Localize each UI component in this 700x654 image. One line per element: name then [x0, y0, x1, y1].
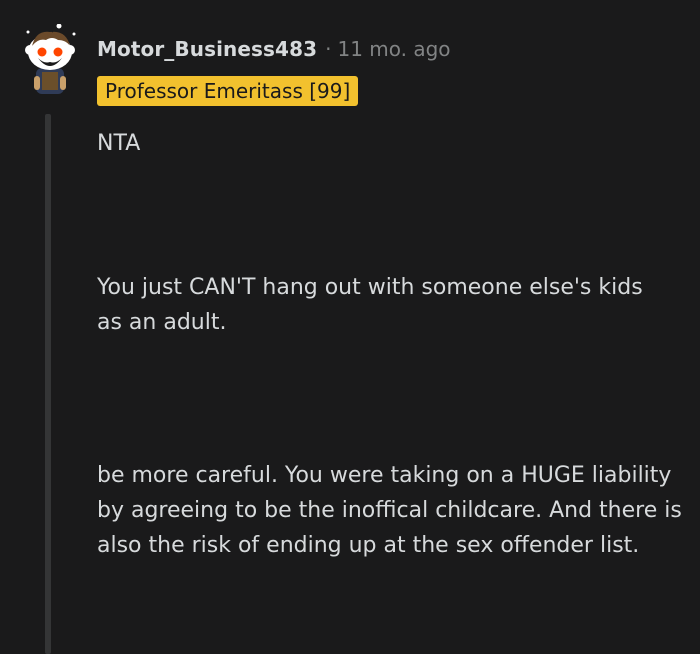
username-link[interactable]: Motor_Business483: [97, 37, 317, 61]
user-flair: Professor Emeritass [99]: [97, 76, 359, 106]
comment-paragraph: NTA: [97, 131, 141, 156]
comment: Motor_Business483 · 11 mo. ago Professor…: [0, 0, 700, 654]
comment-header: Motor_Business483 · 11 mo. ago: [97, 33, 451, 65]
comment-paragraph: be more careful. You were taking on a HU…: [97, 463, 682, 558]
user-avatar[interactable]: [22, 23, 78, 96]
timestamp-link[interactable]: 11 mo. ago: [337, 37, 450, 61]
snoo-avatar-icon: [25, 23, 76, 94]
meta-separator: ·: [325, 37, 332, 61]
comment-paragraph: You just CAN'T hang out with someone els…: [97, 275, 643, 335]
thread-line[interactable]: [45, 114, 51, 654]
